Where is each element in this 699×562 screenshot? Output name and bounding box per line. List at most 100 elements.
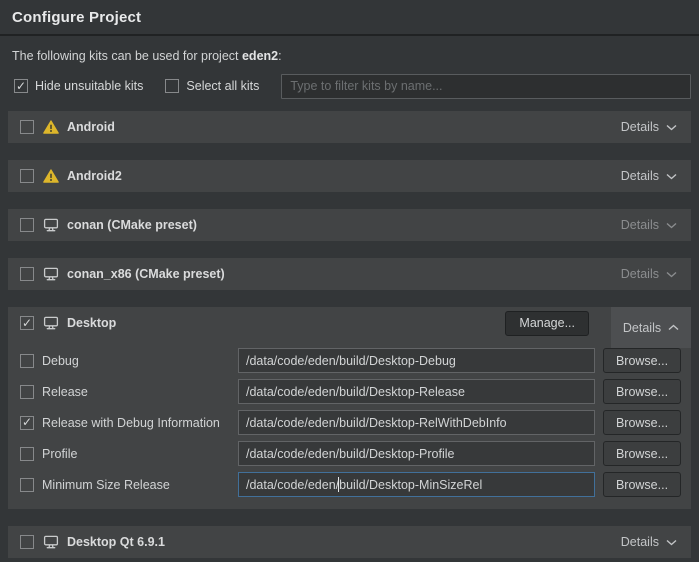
warning-icon xyxy=(43,120,59,134)
browse-button[interactable]: Browse... xyxy=(603,472,681,497)
details-label: Details xyxy=(623,321,661,335)
details-toggle[interactable]: Details xyxy=(619,209,679,241)
page-title: Configure Project xyxy=(12,9,687,26)
chevron-down-icon xyxy=(666,124,677,131)
build-config-option[interactable]: Release with Debug Information xyxy=(20,416,238,430)
kit-name: Android xyxy=(67,120,115,134)
intro-text: The following kits can be used for proje… xyxy=(12,49,687,63)
config-label: Release with Debug Information xyxy=(42,416,220,430)
kit-checkbox[interactable] xyxy=(20,120,34,134)
input-wrap xyxy=(238,348,595,373)
details-toggle[interactable]: Details xyxy=(611,307,691,348)
text-cursor xyxy=(338,477,339,492)
select-all-label: Select all kits xyxy=(186,79,259,93)
input-wrap xyxy=(238,379,595,404)
kit-checkbox[interactable] xyxy=(20,316,34,330)
browse-button[interactable]: Browse... xyxy=(603,441,681,466)
kit-checkbox[interactable] xyxy=(20,267,34,281)
build-config-option[interactable]: Debug xyxy=(20,354,238,368)
kit-header[interactable]: Desktop Qt 6.9.1 Details xyxy=(8,526,691,558)
details-label: Details xyxy=(621,535,659,549)
desktop-icon xyxy=(43,316,59,330)
kit-name: conan_x86 (CMake preset) xyxy=(67,267,225,281)
build-config-row: Release Browse... xyxy=(20,379,681,404)
build-config-option[interactable]: Minimum Size Release xyxy=(20,478,238,492)
config-label: Release xyxy=(42,385,88,399)
kit-row: Android2 Details xyxy=(8,160,691,192)
select-all-checkbox[interactable] xyxy=(165,79,179,93)
chevron-down-icon xyxy=(666,539,677,546)
details-toggle[interactable]: Details xyxy=(619,111,679,143)
project-name: eden2 xyxy=(242,49,278,63)
kit-header[interactable]: Android Details xyxy=(8,111,691,143)
browse-button[interactable]: Browse... xyxy=(603,410,681,435)
kit-checkbox[interactable] xyxy=(20,218,34,232)
browse-button[interactable]: Browse... xyxy=(603,379,681,404)
details-toggle[interactable]: Details xyxy=(619,526,679,558)
select-all-kits-option[interactable]: Select all kits xyxy=(165,79,259,93)
kit-header[interactable]: Desktop Manage... Details xyxy=(8,307,691,339)
kit-configs: Debug Browse... Release Browse... Releas… xyxy=(8,339,691,509)
desktop-icon xyxy=(43,267,59,281)
kit-name: Desktop Qt 6.9.1 xyxy=(67,535,165,549)
browse-button[interactable]: Browse... xyxy=(603,348,681,373)
warning-icon xyxy=(43,169,59,183)
kit-row: conan_x86 (CMake preset) Details xyxy=(8,258,691,290)
kit-name: Android2 xyxy=(67,169,122,183)
details-toggle[interactable]: Details xyxy=(619,258,679,290)
config-label: Profile xyxy=(42,447,77,461)
build-config-row: Minimum Size Release Browse... xyxy=(20,472,681,497)
kit-name: conan (CMake preset) xyxy=(67,218,197,232)
kit-header[interactable]: conan (CMake preset) Details xyxy=(8,209,691,241)
chevron-up-icon xyxy=(668,324,679,331)
config-checkbox[interactable] xyxy=(20,478,34,492)
config-checkbox[interactable] xyxy=(20,447,34,461)
hide-unsuitable-checkbox[interactable] xyxy=(14,79,28,93)
filter-row: Hide unsuitable kits Select all kits xyxy=(14,74,691,98)
kit-name: Desktop xyxy=(67,316,116,330)
desktop-icon xyxy=(43,218,59,232)
input-wrap xyxy=(238,472,595,497)
kit-header[interactable]: Android2 Details xyxy=(8,160,691,192)
hide-unsuitable-kits-option[interactable]: Hide unsuitable kits xyxy=(14,79,143,93)
build-config-row: Profile Browse... xyxy=(20,441,681,466)
config-checkbox[interactable] xyxy=(20,354,34,368)
chevron-down-icon xyxy=(666,173,677,180)
intro-suffix: : xyxy=(278,49,281,63)
kit-row: Android Details xyxy=(8,111,691,143)
build-dir-input[interactable] xyxy=(238,348,595,373)
kit-row: conan (CMake preset) Details xyxy=(8,209,691,241)
details-label: Details xyxy=(621,169,659,183)
page-header: Configure Project xyxy=(0,0,699,36)
chevron-down-icon xyxy=(666,271,677,278)
details-label: Details xyxy=(621,218,659,232)
kit-filter-input[interactable] xyxy=(281,74,691,99)
details-toggle[interactable]: Details xyxy=(619,160,679,192)
build-config-row: Release with Debug Information Browse... xyxy=(20,410,681,435)
build-config-option[interactable]: Release xyxy=(20,385,238,399)
kit-row: Desktop Manage... Details Debug Browse..… xyxy=(8,307,691,509)
hide-unsuitable-label: Hide unsuitable kits xyxy=(35,79,143,93)
kit-list: Android Details xyxy=(8,111,691,558)
manage-button[interactable]: Manage... xyxy=(505,311,589,336)
intro-prefix: The following kits can be used for proje… xyxy=(12,49,242,63)
config-checkbox[interactable] xyxy=(20,416,34,430)
build-config-row: Debug Browse... xyxy=(20,348,681,373)
details-label: Details xyxy=(621,267,659,281)
kit-header[interactable]: conan_x86 (CMake preset) Details xyxy=(8,258,691,290)
build-dir-input[interactable] xyxy=(238,379,595,404)
build-dir-input[interactable] xyxy=(238,472,595,497)
build-dir-input[interactable] xyxy=(238,441,595,466)
input-wrap xyxy=(238,410,595,435)
config-label: Debug xyxy=(42,354,79,368)
config-checkbox[interactable] xyxy=(20,385,34,399)
kit-checkbox[interactable] xyxy=(20,535,34,549)
build-dir-input[interactable] xyxy=(238,410,595,435)
kit-checkbox[interactable] xyxy=(20,169,34,183)
config-label: Minimum Size Release xyxy=(42,478,170,492)
build-config-option[interactable]: Profile xyxy=(20,447,238,461)
input-wrap xyxy=(238,441,595,466)
chevron-down-icon xyxy=(666,222,677,229)
desktop-icon xyxy=(43,535,59,549)
kit-row: Desktop Qt 6.9.1 Details xyxy=(8,526,691,558)
